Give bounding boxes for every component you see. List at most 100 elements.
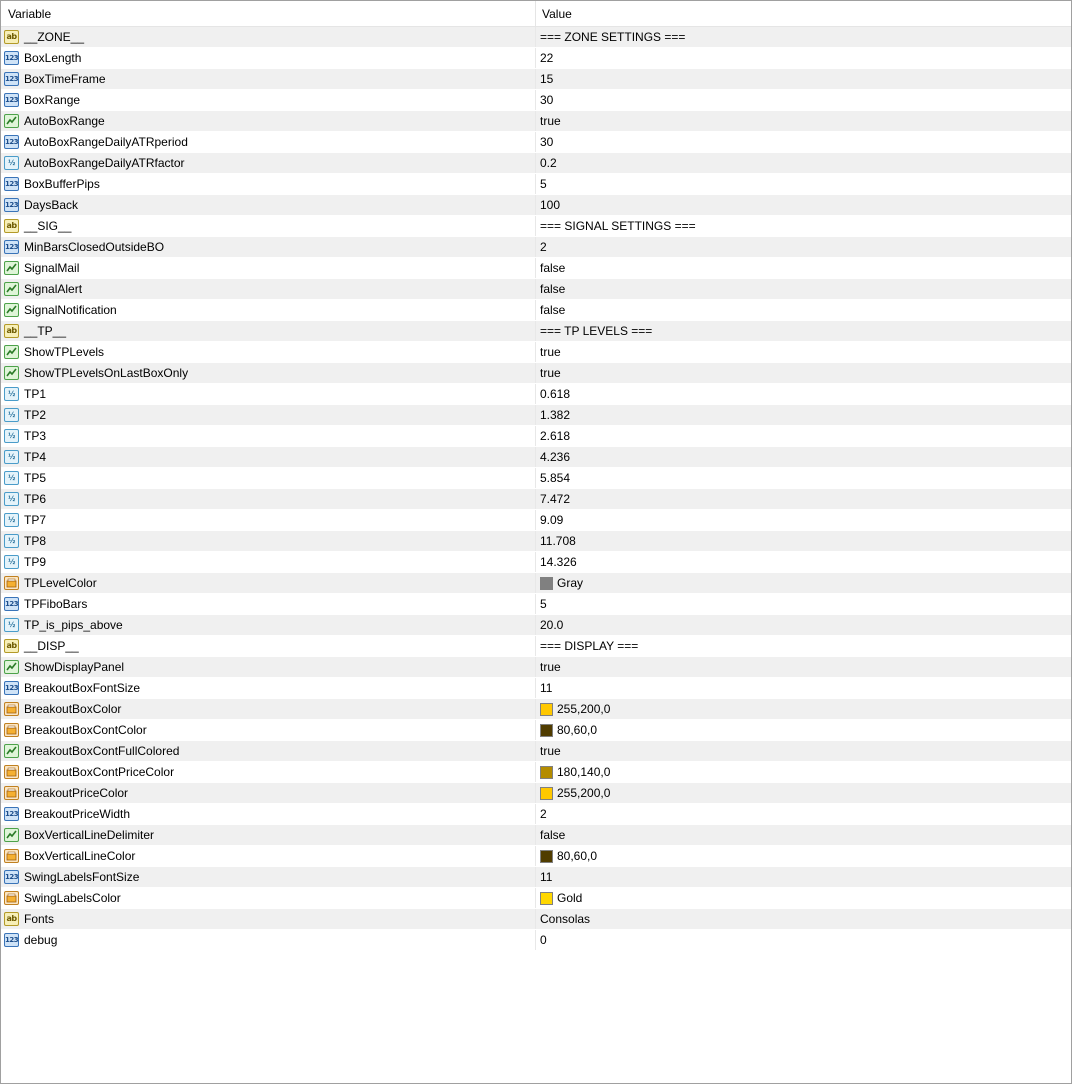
value-cell[interactable]: 1.382 [536, 405, 1071, 425]
parameter-row[interactable]: SignalMail false [1, 258, 1071, 279]
value-cell[interactable]: 5 [536, 174, 1071, 194]
parameter-row[interactable]: ½ TP5 5.854 [1, 468, 1071, 489]
value-cell[interactable]: 255,200,0 [536, 783, 1071, 803]
parameter-row[interactable]: ab __ZONE__ === ZONE SETTINGS === [1, 27, 1071, 48]
variable-name: BoxVerticalLineDelimiter [24, 828, 155, 842]
value-cell[interactable]: 180,140,0 [536, 762, 1071, 782]
color-swatch [540, 849, 553, 863]
value-cell[interactable]: true [536, 111, 1071, 131]
parameter-row[interactable]: BreakoutBoxColor 255,200,0 [1, 699, 1071, 720]
value-cell[interactable]: 11 [536, 867, 1071, 887]
variable-name: ShowDisplayPanel [24, 660, 125, 674]
value-cell[interactable]: 14.326 [536, 552, 1071, 572]
double-type-icon: ½ [4, 555, 19, 569]
value-cell[interactable]: 20.0 [536, 615, 1071, 635]
boolean-type-icon [4, 345, 19, 359]
value-cell[interactable]: 11 [536, 678, 1071, 698]
parameter-row[interactable]: 123 BoxBufferPips 5 [1, 174, 1071, 195]
parameter-row[interactable]: 123 SwingLabelsFontSize 11 [1, 867, 1071, 888]
value-cell[interactable]: 30 [536, 132, 1071, 152]
parameter-row[interactable]: ShowTPLevels true [1, 342, 1071, 363]
parameter-row[interactable]: 123 debug 0 [1, 930, 1071, 951]
value-cell[interactable]: 30 [536, 90, 1071, 110]
value-cell[interactable]: true [536, 741, 1071, 761]
integer-type-icon: 123 [4, 807, 19, 821]
value-cell[interactable]: 5.854 [536, 468, 1071, 488]
parameter-row[interactable]: ½ TP8 11.708 [1, 531, 1071, 552]
parameter-row[interactable]: BreakoutBoxContPriceColor 180,140,0 [1, 762, 1071, 783]
parameter-row[interactable]: ½ TP_is_pips_above 20.0 [1, 615, 1071, 636]
parameter-row[interactable]: ab Fonts Consolas [1, 909, 1071, 930]
parameter-row[interactable]: SwingLabelsColor Gold [1, 888, 1071, 909]
value-cell[interactable]: 15 [536, 69, 1071, 89]
parameter-row[interactable]: AutoBoxRange true [1, 111, 1071, 132]
integer-type-icon: 123 [4, 870, 19, 884]
value-cell[interactable]: === TP LEVELS === [536, 321, 1071, 341]
parameter-row[interactable]: ½ TP4 4.236 [1, 447, 1071, 468]
value-cell[interactable]: 255,200,0 [536, 699, 1071, 719]
value-cell[interactable]: false [536, 300, 1071, 320]
parameter-row[interactable]: 123 BreakoutPriceWidth 2 [1, 804, 1071, 825]
column-header-variable[interactable]: Variable [1, 1, 536, 26]
value-cell[interactable]: 4.236 [536, 447, 1071, 467]
value-cell[interactable]: 22 [536, 48, 1071, 68]
parameter-row[interactable]: ab __SIG__ === SIGNAL SETTINGS === [1, 216, 1071, 237]
parameter-row[interactable]: BreakoutBoxContColor 80,60,0 [1, 720, 1071, 741]
value-cell[interactable]: true [536, 342, 1071, 362]
value-cell[interactable]: 0 [536, 930, 1071, 950]
value-cell[interactable]: false [536, 258, 1071, 278]
value-cell[interactable]: Consolas [536, 909, 1071, 929]
parameter-row[interactable]: ½ AutoBoxRangeDailyATRfactor 0.2 [1, 153, 1071, 174]
value-cell[interactable]: false [536, 825, 1071, 845]
parameter-row[interactable]: ab __TP__ === TP LEVELS === [1, 321, 1071, 342]
parameter-row[interactable]: 123 AutoBoxRangeDailyATRperiod 30 [1, 132, 1071, 153]
value-cell[interactable]: true [536, 363, 1071, 383]
parameter-row[interactable]: 123 MinBarsClosedOutsideBO 2 [1, 237, 1071, 258]
value-cell[interactable]: 100 [536, 195, 1071, 215]
parameter-row[interactable]: BoxVerticalLineDelimiter false [1, 825, 1071, 846]
value-cell[interactable]: Gold [536, 888, 1071, 908]
parameter-row[interactable]: 123 DaysBack 100 [1, 195, 1071, 216]
value-cell[interactable]: 2 [536, 237, 1071, 257]
value-cell[interactable]: 0.618 [536, 384, 1071, 404]
parameter-row[interactable]: ½ TP1 0.618 [1, 384, 1071, 405]
value-cell[interactable]: === SIGNAL SETTINGS === [536, 216, 1071, 236]
value-cell[interactable]: 5 [536, 594, 1071, 614]
parameter-row[interactable]: 123 BoxRange 30 [1, 90, 1071, 111]
value-cell[interactable]: 7.472 [536, 489, 1071, 509]
value-cell[interactable]: false [536, 279, 1071, 299]
value-cell[interactable]: === DISPLAY === [536, 636, 1071, 656]
parameter-row[interactable]: SignalNotification false [1, 300, 1071, 321]
parameter-row[interactable]: ½ TP6 7.472 [1, 489, 1071, 510]
parameter-row[interactable]: SignalAlert false [1, 279, 1071, 300]
parameter-row[interactable]: BoxVerticalLineColor 80,60,0 [1, 846, 1071, 867]
parameter-row[interactable]: ShowDisplayPanel true [1, 657, 1071, 678]
boolean-type-icon [4, 744, 19, 758]
parameter-row[interactable]: BreakoutBoxContFullColored true [1, 741, 1071, 762]
parameter-row[interactable]: ShowTPLevelsOnLastBoxOnly true [1, 363, 1071, 384]
value-cell[interactable]: true [536, 657, 1071, 677]
column-header-value[interactable]: Value [536, 1, 1071, 26]
parameter-row[interactable]: 123 TPFiboBars 5 [1, 594, 1071, 615]
parameter-row[interactable]: 123 BoxTimeFrame 15 [1, 69, 1071, 90]
value-text: 180,140,0 [557, 765, 611, 779]
value-cell[interactable]: 0.2 [536, 153, 1071, 173]
parameter-row[interactable]: BreakoutPriceColor 255,200,0 [1, 783, 1071, 804]
parameter-row[interactable]: TPLevelColor Gray [1, 573, 1071, 594]
parameter-row[interactable]: 123 BreakoutBoxFontSize 11 [1, 678, 1071, 699]
double-type-icon: ½ [4, 534, 19, 548]
parameter-row[interactable]: ½ TP2 1.382 [1, 405, 1071, 426]
parameter-row[interactable]: ab __DISP__ === DISPLAY === [1, 636, 1071, 657]
parameter-row[interactable]: 123 BoxLength 22 [1, 48, 1071, 69]
value-cell[interactable]: 11.708 [536, 531, 1071, 551]
parameter-row[interactable]: ½ TP3 2.618 [1, 426, 1071, 447]
value-cell[interactable]: 9.09 [536, 510, 1071, 530]
value-cell[interactable]: 2.618 [536, 426, 1071, 446]
value-cell[interactable]: 80,60,0 [536, 720, 1071, 740]
value-cell[interactable]: === ZONE SETTINGS === [536, 27, 1071, 47]
value-cell[interactable]: Gray [536, 573, 1071, 593]
value-cell[interactable]: 80,60,0 [536, 846, 1071, 866]
parameter-row[interactable]: ½ TP9 14.326 [1, 552, 1071, 573]
parameter-row[interactable]: ½ TP7 9.09 [1, 510, 1071, 531]
value-cell[interactable]: 2 [536, 804, 1071, 824]
